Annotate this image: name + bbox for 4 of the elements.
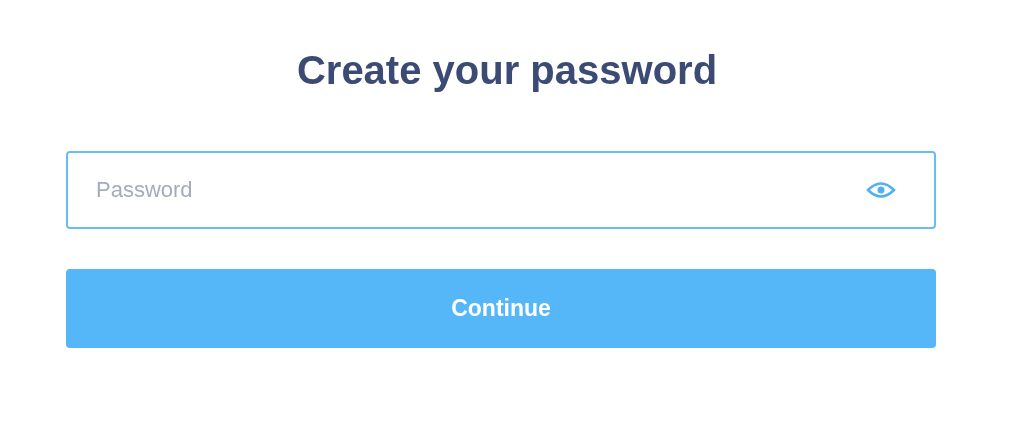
page-title: Create your password bbox=[295, 47, 719, 94]
eye-icon[interactable] bbox=[866, 179, 896, 201]
continue-button[interactable]: Continue bbox=[66, 269, 936, 348]
password-field[interactable]: Password bbox=[66, 151, 936, 229]
